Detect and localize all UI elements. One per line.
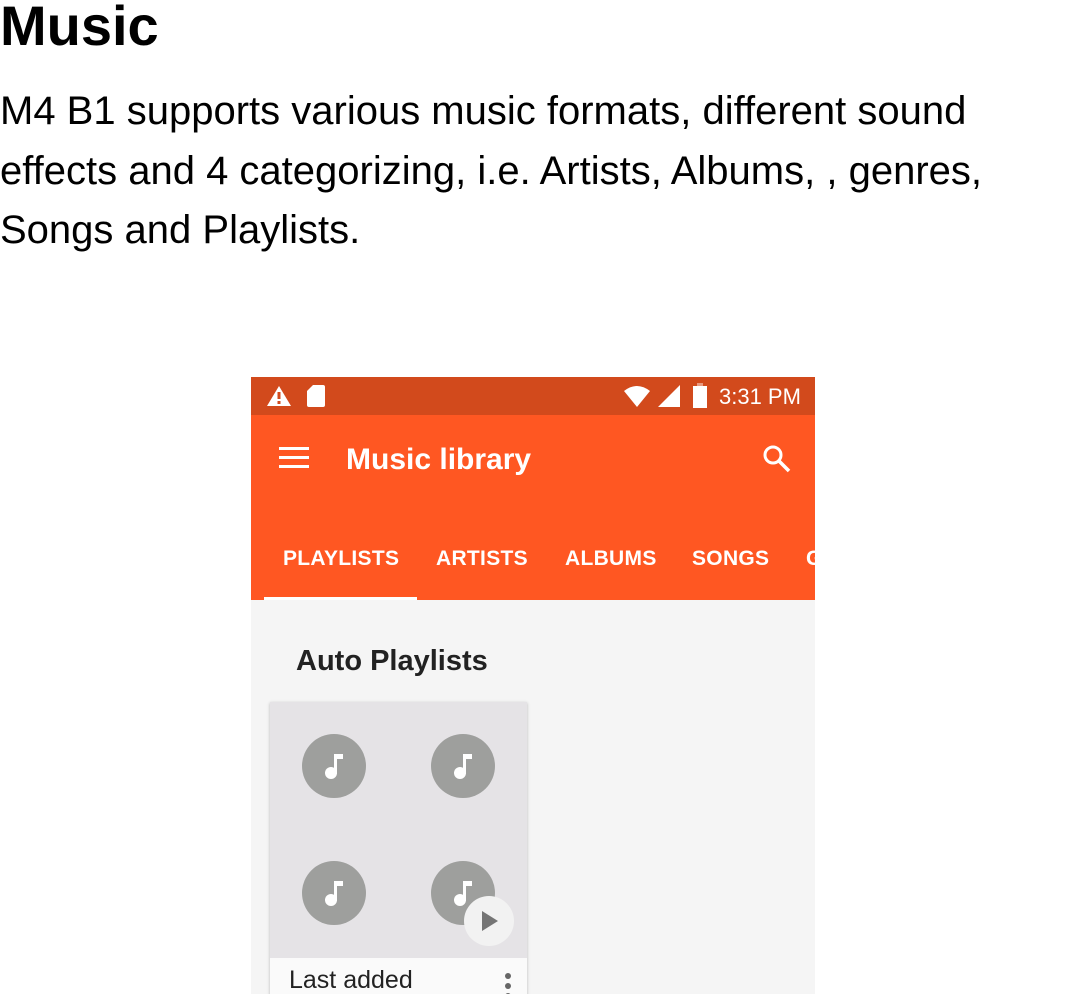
more-vert-icon[interactable] (504, 972, 512, 994)
tab-playlists[interactable]: PLAYLISTS (283, 547, 399, 571)
battery-icon (693, 383, 707, 408)
description-paragraph: M4 B1 supports various music formats, di… (0, 89, 982, 252)
active-tab-indicator (264, 597, 417, 600)
sd-card-icon (307, 385, 325, 407)
tab-albums[interactable]: ALBUMS (565, 547, 657, 571)
wifi-icon (624, 386, 650, 407)
tab-songs[interactable]: SONGS (692, 547, 769, 571)
section-title: Auto Playlists (296, 645, 488, 677)
tab-artists[interactable]: ARTISTS (436, 547, 528, 571)
app-toolbar: Music library PLAYLISTS ARTISTS ALBUMS S… (251, 415, 815, 600)
play-icon (482, 911, 498, 931)
playlist-title: Last added (289, 966, 413, 994)
music-note-icon (302, 861, 366, 925)
tab-bar: PLAYLISTS ARTISTS ALBUMS SONGS G (251, 547, 815, 600)
hamburger-menu-icon[interactable] (279, 447, 309, 469)
music-note-icon (302, 734, 366, 798)
signal-icon (658, 385, 680, 407)
phone-screenshot: 3:31 PM Music library PLAYLISTS ARTISTS … (251, 377, 815, 994)
tab-genres[interactable]: G (806, 547, 815, 571)
play-button[interactable] (464, 896, 514, 946)
status-bar: 3:31 PM (251, 377, 815, 415)
playlist-art (270, 702, 527, 958)
status-time: 3:31 PM (719, 384, 801, 409)
toolbar-title: Music library (346, 443, 532, 476)
page-heading: Music (0, 0, 159, 57)
warning-icon (267, 386, 291, 406)
music-note-icon (431, 734, 495, 798)
search-icon[interactable] (762, 444, 792, 474)
playlist-card[interactable]: Last added (270, 702, 527, 994)
